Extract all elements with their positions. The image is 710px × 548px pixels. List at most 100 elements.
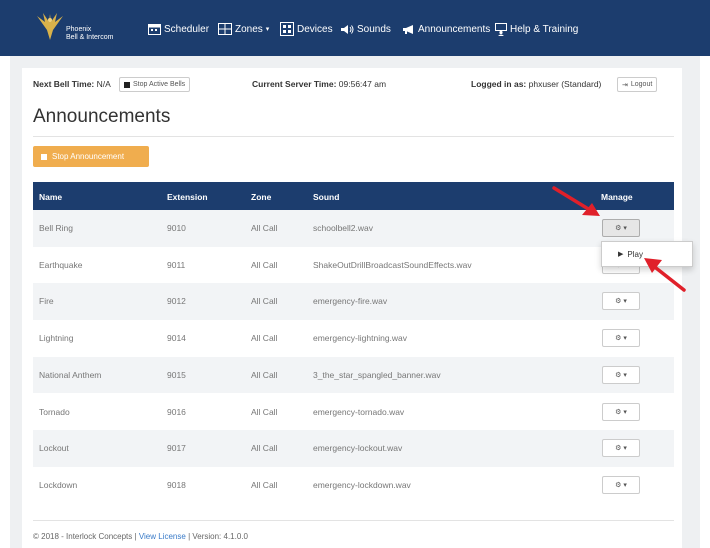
nav-help-training[interactable]: Help & Training bbox=[495, 22, 578, 36]
manage-dropdown-button[interactable]: ⚙▾ bbox=[602, 365, 640, 384]
caret-down-icon: ▾ bbox=[623, 225, 627, 232]
table-row: Lockout 9017 All Call emergency-lockout.… bbox=[33, 430, 674, 467]
caret-down-icon: ▾ bbox=[265, 26, 270, 33]
gears-icon: ⚙ bbox=[615, 445, 622, 453]
next-bell-time: Next Bell Time: N/A bbox=[33, 79, 111, 89]
stop-active-bells-label: Stop Active Bells bbox=[133, 81, 186, 88]
caret-down-icon: ▾ bbox=[623, 481, 627, 489]
nav-announcements[interactable]: Announcements bbox=[402, 22, 490, 36]
cell-name: Bell Ring bbox=[39, 223, 74, 233]
copyright: © 2018 - Interlock Concepts bbox=[33, 532, 133, 541]
logout-label: Logout bbox=[630, 81, 653, 88]
cell-zone: All Call bbox=[251, 406, 278, 417]
cell-zone: All Call bbox=[251, 333, 278, 344]
cell-name: Tornado bbox=[39, 406, 70, 417]
nav-devices[interactable]: Devices bbox=[280, 22, 333, 36]
server-time-label: Current Server Time: bbox=[252, 79, 337, 89]
gears-icon: ⚙ bbox=[615, 335, 622, 343]
next-bell-label: Next Bell Time: bbox=[33, 79, 95, 89]
manage-dropdown-button[interactable]: ⚙▾ bbox=[602, 475, 640, 494]
brand-line1: Phoenix bbox=[66, 26, 92, 33]
cell-zone: All Call bbox=[251, 296, 278, 307]
gears-icon: ⚙ bbox=[615, 298, 622, 306]
cell-sound: 3_the_star_spangled_banner.wav bbox=[313, 369, 441, 380]
view-license-link[interactable]: View License bbox=[139, 532, 186, 541]
sign-out-icon: ⇥ bbox=[622, 81, 628, 89]
page-title: Announcements bbox=[33, 106, 171, 127]
cell-sound: emergency-fire.wav bbox=[313, 296, 388, 307]
cell-name: Fire bbox=[39, 296, 54, 307]
divider bbox=[33, 136, 674, 137]
megaphone-icon bbox=[403, 24, 413, 34]
manage-dropdown-button[interactable]: ⚙▾ bbox=[602, 292, 640, 311]
stop-icon bbox=[41, 153, 47, 160]
cell-extension: 9017 bbox=[167, 443, 186, 454]
cell-sound: emergency-lightning.wav bbox=[313, 333, 408, 344]
cell-extension: 9014 bbox=[167, 333, 186, 344]
cell-extension: 9011 bbox=[167, 259, 186, 270]
table-row: Tornado 9016 All Call emergency-tornado.… bbox=[33, 394, 674, 431]
table-row: Lockdown 9018 All Call emergency-lockdow… bbox=[33, 467, 674, 504]
caret-down-icon: ▾ bbox=[623, 371, 627, 379]
logged-in-value: phxuser (Standard) bbox=[528, 79, 602, 89]
stop-announcement-label: Stop Announcement bbox=[52, 152, 125, 161]
version: Version: 4.1.0.0 bbox=[192, 532, 248, 541]
nav-sounds-label: Sounds bbox=[357, 23, 391, 35]
footer-divider bbox=[33, 520, 674, 521]
server-time-value: 09:56:47 am bbox=[338, 79, 387, 89]
table-row: Fire 9012 All Call emergency-fire.wav ⚙ ▾ bbox=[33, 283, 674, 321]
annotation-arrow-icon bbox=[644, 258, 686, 292]
caret-down-icon: ▾ bbox=[623, 408, 627, 416]
logged-in-as: Logged in as: phxuser (Standard) bbox=[471, 79, 601, 89]
column-header-zone: Zone bbox=[251, 192, 272, 202]
server-time: Current Server Time: 09:56:47 am bbox=[252, 79, 386, 89]
cell-extension: 9010 bbox=[167, 223, 186, 233]
cell-name: Earthquake bbox=[39, 259, 83, 270]
nav-help-training-label: Help & Training bbox=[510, 23, 579, 35]
gears-icon: ⚙ bbox=[615, 408, 622, 416]
stop-icon bbox=[124, 81, 130, 88]
calendar-icon bbox=[148, 24, 161, 35]
manage-dropdown-button[interactable]: ⚙▾ bbox=[602, 219, 640, 237]
manage-dropdown-button[interactable]: ⚙▾ bbox=[602, 402, 640, 421]
brand-line2: Bell & Intercom bbox=[66, 34, 114, 41]
stop-announcement-button[interactable]: Stop Announcement bbox=[33, 146, 149, 167]
devices-icon bbox=[280, 22, 294, 36]
logged-in-label: Logged in as: bbox=[471, 79, 527, 89]
cell-zone: All Call bbox=[251, 259, 278, 270]
gears-icon: ⚙ bbox=[615, 371, 622, 379]
manage-dropdown-button[interactable]: ⚙▾ bbox=[602, 329, 640, 348]
column-header-extension: Extension bbox=[167, 192, 208, 202]
gears-icon: ⚙ bbox=[615, 225, 622, 232]
cell-sound: schoolbell2.wav bbox=[313, 223, 374, 233]
manage-dropdown-button[interactable]: ⚙▾ bbox=[602, 439, 640, 458]
cell-name: Lockdown bbox=[39, 479, 78, 490]
cell-name: National Anthem bbox=[39, 369, 102, 380]
column-header-name: Name bbox=[39, 192, 63, 202]
zones-icon bbox=[218, 23, 232, 35]
next-bell-value: N/A bbox=[96, 79, 111, 89]
gears-icon: ⚙ bbox=[615, 481, 622, 489]
cell-sound: emergency-lockout.wav bbox=[313, 443, 403, 454]
caret-down-icon: ▾ bbox=[623, 445, 627, 453]
nav-zones-label: Zones bbox=[235, 23, 263, 35]
nav-announcements-label: Announcements bbox=[418, 23, 491, 35]
nav-scheduler[interactable]: Scheduler bbox=[148, 22, 209, 36]
nav-devices-label: Devices bbox=[297, 23, 333, 35]
help-icon bbox=[495, 22, 507, 36]
cell-sound: ShakeOutDrillBroadcastSoundEffects.wav bbox=[313, 259, 472, 270]
logout-button[interactable]: ⇥ Logout bbox=[617, 77, 658, 92]
cell-extension: 9012 bbox=[167, 296, 186, 307]
speaker-icon bbox=[341, 24, 354, 34]
column-header-sound: Sound bbox=[313, 192, 340, 202]
caret-down-icon: ▾ bbox=[623, 335, 627, 343]
navbar: Phoenix Bell & Intercom Scheduler Zones … bbox=[0, 0, 710, 56]
phoenix-logo-icon[interactable] bbox=[33, 10, 67, 44]
stop-active-bells-button[interactable]: Stop Active Bells bbox=[119, 77, 191, 92]
play-icon: ▶ bbox=[618, 251, 624, 258]
cell-zone: All Call bbox=[251, 443, 278, 454]
nav-zones[interactable]: Zones ▾ bbox=[218, 22, 269, 36]
cell-extension: 9015 bbox=[167, 369, 186, 380]
cell-name: Lightning bbox=[39, 333, 74, 344]
nav-sounds[interactable]: Sounds bbox=[340, 22, 391, 36]
